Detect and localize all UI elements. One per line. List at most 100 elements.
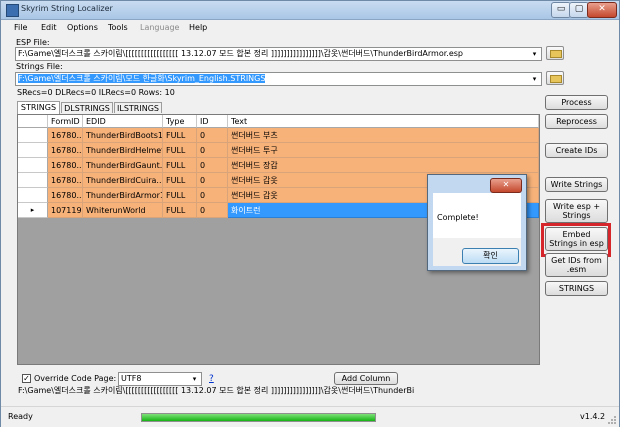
table-row[interactable]: 16780... ThunderBirdHelmet1 FULL 0 썬더버드 …	[48, 143, 539, 158]
menu-edit[interactable]: Edit	[41, 23, 57, 32]
strings-file-label: Strings File:	[16, 62, 63, 71]
write-esp-strings-button[interactable]: Write esp + Strings	[545, 199, 608, 223]
tab-dlstrings[interactable]: DLSTRINGS	[61, 102, 113, 113]
strings-file-value: F:\Game\엘더스크롤 스카이림\모드 한글화\Skyrim_English…	[18, 74, 266, 83]
cell-type[interactable]: FULL	[163, 143, 197, 158]
cell-type[interactable]: FULL	[163, 128, 197, 143]
cell-edid[interactable]: ThunderBirdBoots1	[83, 128, 163, 143]
cell-formid[interactable]: 16780...	[48, 128, 83, 143]
column-header-id[interactable]: ID	[197, 115, 228, 128]
get-ids-label-line2: .esm	[566, 265, 587, 274]
menu-language[interactable]: Language	[140, 23, 179, 32]
menu-file[interactable]: File	[14, 23, 27, 32]
column-header-type[interactable]: Type	[163, 115, 197, 128]
current-file-path: F:\Game\엘더스크롤 스카이림\[[[[[[[[[[[[[[[[[ 13.…	[18, 386, 415, 395]
cell-type[interactable]: FULL	[163, 173, 197, 188]
minimize-button[interactable]: ▭	[551, 2, 571, 18]
row-header[interactable]	[18, 128, 48, 143]
cell-type[interactable]: FULL	[163, 203, 197, 218]
menu-bar: File Edit Options Tools Language Help	[1, 20, 619, 36]
override-code-page-checkbox[interactable]: ✓	[22, 374, 31, 383]
menu-help[interactable]: Help	[189, 23, 207, 32]
esp-file-value: F:\Game\엘더스크롤 스카이림\[[[[[[[[[[[[[[[[[ 13.…	[18, 49, 463, 58]
create-ids-button[interactable]: Create IDs	[545, 143, 608, 158]
cell-edid[interactable]: ThunderBirdHelmet1	[83, 143, 163, 158]
cell-text[interactable]: 썬더버드 장갑	[228, 158, 539, 173]
menu-tools[interactable]: Tools	[108, 23, 128, 32]
maximize-button[interactable]: ▢	[569, 2, 589, 18]
row-header[interactable]	[18, 188, 48, 203]
cell-edid[interactable]: ThunderBirdArmor1	[83, 188, 163, 203]
code-page-select[interactable]: UTF8 ▾	[118, 372, 202, 386]
chevron-down-icon[interactable]: ▾	[528, 73, 541, 85]
esp-file-combo[interactable]: F:\Game\엘더스크롤 스카이림\[[[[[[[[[[[[[[[[[ 13.…	[15, 47, 542, 61]
esp-file-label: ESP File:	[16, 38, 50, 47]
column-header-text[interactable]: Text	[228, 115, 539, 128]
get-ids-from-esm-button[interactable]: Get IDs from .esm	[545, 253, 608, 277]
cell-id[interactable]: 0	[197, 188, 228, 203]
app-window: Skyrim String Localizer ▭ ▢ ✕ File Edit …	[0, 0, 620, 427]
app-icon	[6, 4, 19, 17]
cell-id[interactable]: 0	[197, 173, 228, 188]
resize-grip-icon[interactable]	[607, 415, 617, 425]
cell-edid[interactable]: WhiterunWorld	[83, 203, 163, 218]
cell-id[interactable]: 0	[197, 128, 228, 143]
cell-id[interactable]: 0	[197, 203, 228, 218]
cell-edid[interactable]: ThunderBirdGaunt...	[83, 158, 163, 173]
cell-type[interactable]: FULL	[163, 158, 197, 173]
dialog-ok-button[interactable]: 확인	[462, 248, 519, 264]
cell-type[interactable]: FULL	[163, 188, 197, 203]
cell-text[interactable]: 썬더버드 투구	[228, 143, 539, 158]
cell-formid[interactable]: 16780...	[48, 143, 83, 158]
browse-esp-button[interactable]	[546, 46, 564, 60]
progress-fill	[142, 414, 375, 421]
chevron-down-icon[interactable]: ▾	[528, 48, 541, 60]
strings-button[interactable]: STRINGS	[545, 281, 608, 296]
tab-ilstrings[interactable]: ILSTRINGS	[114, 102, 162, 113]
highlight-box	[541, 223, 611, 257]
dialog-message: Complete!	[437, 213, 479, 222]
browse-strings-button[interactable]	[546, 71, 564, 85]
row-header[interactable]	[18, 143, 48, 158]
write-esp-strings-label-line2: Strings	[562, 211, 591, 220]
get-ids-label-line1: Get IDs from	[551, 256, 602, 265]
cell-formid[interactable]: 16780...	[48, 158, 83, 173]
table-row[interactable]: 16780... ThunderBirdBoots1 FULL 0 썬더버드 부…	[48, 128, 539, 143]
window-title: Skyrim String Localizer	[21, 4, 113, 13]
cell-formid[interactable]: 16780...	[48, 188, 83, 203]
chevron-down-icon[interactable]: ▾	[188, 373, 201, 385]
status-text: Ready	[8, 412, 33, 421]
strings-file-combo[interactable]: F:\Game\엘더스크롤 스카이림\모드 한글화\Skyrim_English…	[15, 72, 542, 86]
progress-bar	[141, 413, 376, 422]
column-header-formid[interactable]: FormID	[48, 115, 83, 128]
reprocess-button[interactable]: Reprocess	[545, 114, 608, 129]
close-button[interactable]: ✕	[587, 2, 617, 18]
status-bar: Ready v1.4.2	[1, 406, 619, 427]
menu-options[interactable]: Options	[67, 23, 98, 32]
tab-strings[interactable]: STRINGS	[17, 101, 60, 114]
override-code-page-label: Override Code Page:	[34, 374, 117, 383]
process-button[interactable]: Process	[545, 95, 608, 110]
row-header[interactable]	[18, 173, 48, 188]
cell-edid[interactable]: ThunderBirdCuira...	[83, 173, 163, 188]
cell-id[interactable]: 0	[197, 143, 228, 158]
record-stats: SRecs=0 DLRecs=0 ILRecs=0 Rows: 10	[17, 88, 175, 97]
folder-icon	[550, 75, 562, 83]
add-column-button[interactable]: Add Column	[334, 372, 398, 385]
column-header-edid[interactable]: EDID	[83, 115, 163, 128]
write-strings-button[interactable]: Write Strings	[545, 177, 608, 192]
dialog-close-button[interactable]: ✕	[490, 178, 522, 193]
row-header[interactable]	[18, 158, 48, 173]
grid-corner-header	[18, 115, 48, 128]
complete-dialog: ✕ Complete! 확인	[427, 174, 527, 271]
cell-formid[interactable]: 16780...	[48, 173, 83, 188]
cell-id[interactable]: 0	[197, 158, 228, 173]
title-bar: Skyrim String Localizer ▭ ▢ ✕	[1, 1, 619, 20]
help-link[interactable]: ?	[209, 374, 214, 384]
cell-formid[interactable]: 107119	[48, 203, 83, 218]
folder-icon	[550, 50, 562, 58]
table-row[interactable]: 16780... ThunderBirdGaunt... FULL 0 썬더버드…	[48, 158, 539, 173]
version-label: v1.4.2	[580, 412, 606, 421]
current-row-pointer[interactable]: ▸	[18, 203, 48, 218]
cell-text[interactable]: 썬더버드 부츠	[228, 128, 539, 143]
